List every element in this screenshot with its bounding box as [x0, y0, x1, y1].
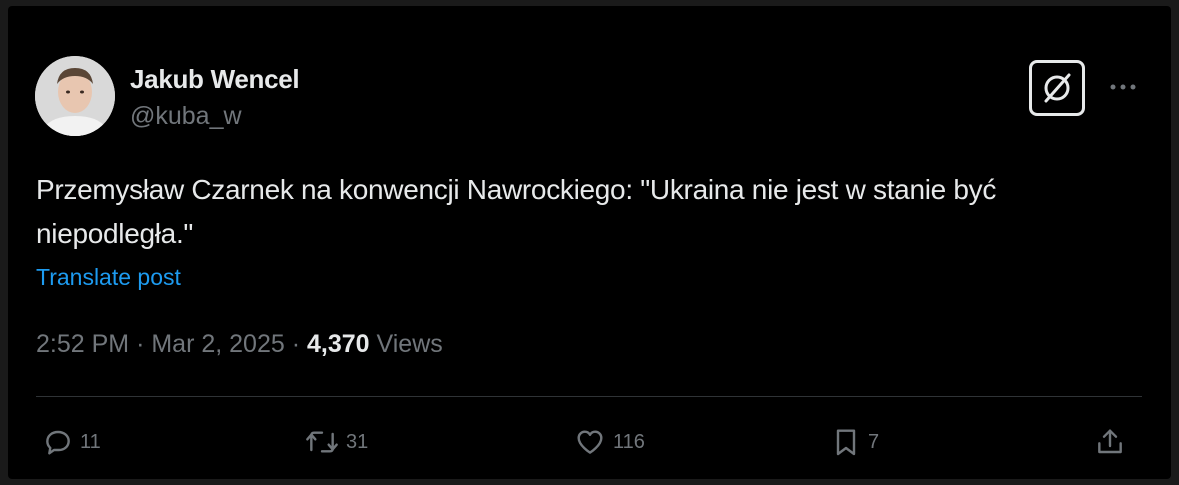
meta-separator: ·	[291, 330, 301, 358]
post-meta: 2:52 PM · Mar 2, 2025 · 4,370 Views	[36, 330, 443, 359]
translate-post-link[interactable]: Translate post	[36, 264, 181, 291]
views-count: 4,370	[307, 330, 370, 358]
author-name[interactable]: Jakub Wencel	[130, 64, 300, 95]
post-date[interactable]: Mar 2, 2025	[151, 330, 284, 358]
bookmark-icon	[836, 429, 856, 456]
heart-icon	[577, 430, 603, 454]
bookmark-button[interactable]: 7	[830, 424, 879, 460]
more-options-button[interactable]	[1106, 70, 1140, 104]
avatar[interactable]	[35, 56, 115, 136]
grok-button[interactable]	[1029, 60, 1085, 116]
post-time[interactable]: 2:52 PM	[36, 330, 129, 358]
reply-button[interactable]: 11	[42, 424, 101, 460]
avatar-photo	[35, 56, 115, 136]
share-icon	[1098, 429, 1122, 454]
like-count: 116	[613, 430, 645, 453]
more-dots-icon	[1110, 84, 1136, 90]
reply-icon	[46, 430, 70, 455]
post-card: Jakub Wencel @kuba_w Przemysław Czarnek …	[8, 6, 1171, 479]
like-button[interactable]: 116	[573, 424, 645, 460]
repost-icon	[306, 431, 338, 453]
grok-icon	[1044, 73, 1071, 103]
divider	[36, 396, 1142, 397]
post-text: Przemysław Czarnek na konwencji Nawrocki…	[36, 174, 997, 249]
repost-count: 31	[346, 430, 369, 453]
author-handle[interactable]: @kuba_w	[130, 102, 242, 131]
views-label: Views	[376, 330, 443, 358]
repost-button[interactable]: 31	[304, 424, 368, 460]
meta-separator: ·	[136, 330, 145, 358]
reply-count: 11	[80, 430, 101, 453]
bookmark-count: 7	[868, 430, 880, 453]
share-button[interactable]	[1094, 424, 1126, 460]
